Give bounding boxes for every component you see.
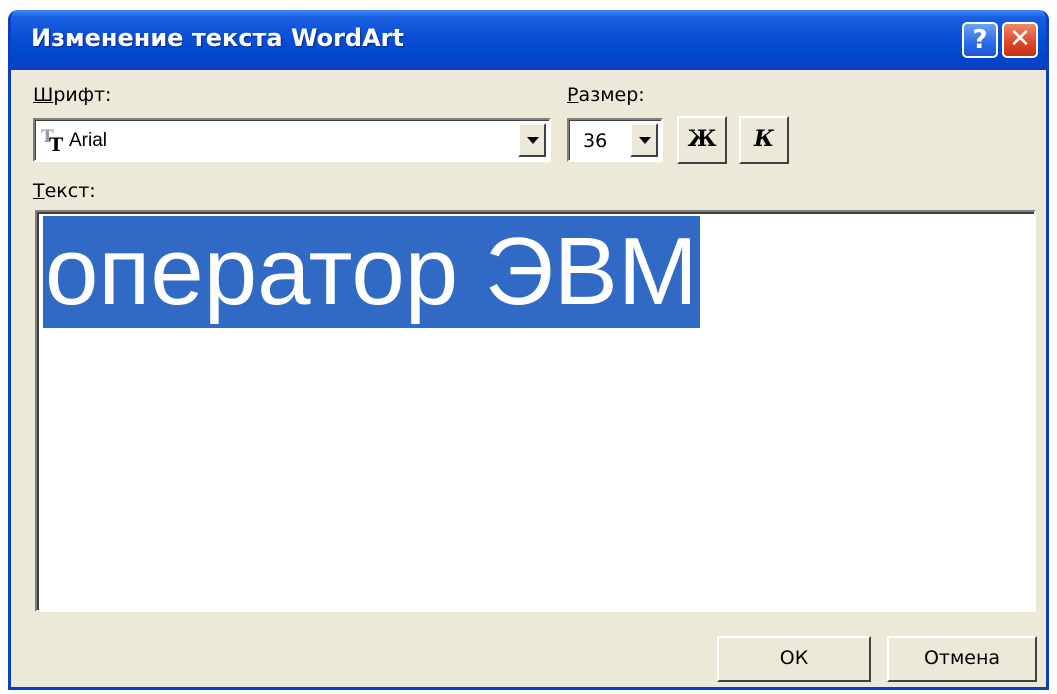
- size-dropdown-arrow[interactable]: [630, 123, 658, 157]
- selected-text[interactable]: оператор ЭВМ: [43, 216, 700, 328]
- font-label: Шрифт:: [33, 84, 112, 106]
- wordart-edit-dialog: Изменение текста WordArt ? ✕ Шрифт: T T …: [8, 10, 1049, 690]
- dialog-title: Изменение текста WordArt: [31, 24, 404, 52]
- close-button[interactable]: ✕: [1002, 22, 1038, 58]
- help-button[interactable]: ?: [962, 22, 998, 58]
- font-dropdown-arrow[interactable]: [518, 123, 546, 157]
- font-select[interactable]: T T Arial: [33, 118, 551, 162]
- size-label: Размер:: [567, 84, 645, 106]
- ok-button[interactable]: ОК: [717, 636, 871, 682]
- cancel-button[interactable]: Отмена: [887, 636, 1037, 682]
- text-input-area[interactable]: оператор ЭВМ: [35, 210, 1036, 612]
- truetype-font-icon: T T: [41, 127, 63, 154]
- size-value: 36: [583, 130, 608, 152]
- text-label: Текст:: [33, 180, 96, 202]
- size-select[interactable]: 36: [567, 118, 663, 162]
- font-value: Arial: [69, 130, 108, 151]
- svg-text:T: T: [49, 134, 63, 154]
- bold-button[interactable]: Ж: [677, 116, 727, 164]
- italic-button[interactable]: К: [739, 116, 789, 164]
- title-bar[interactable]: Изменение текста WordArt ? ✕: [11, 10, 1046, 70]
